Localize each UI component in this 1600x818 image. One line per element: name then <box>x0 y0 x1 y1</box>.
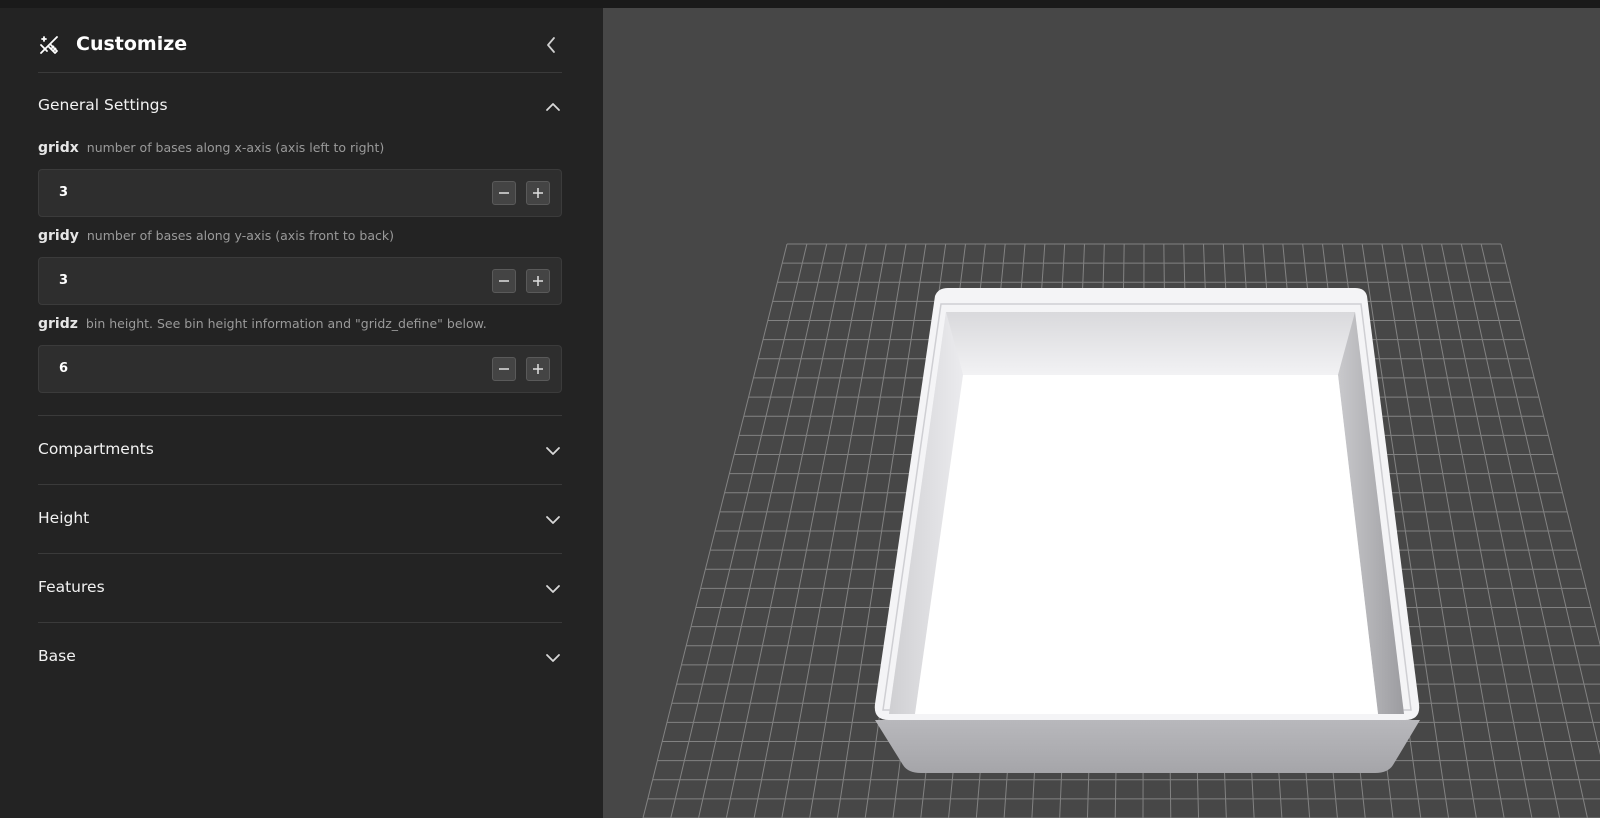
gridy-stepper[interactable]: 3 <box>38 257 562 305</box>
section-compartments[interactable]: Compartments <box>38 436 562 466</box>
chevron-down-icon <box>544 511 562 529</box>
param-name: gridy <box>38 228 79 244</box>
section-label: Height <box>38 509 90 527</box>
plus-icon <box>533 276 543 286</box>
chevron-up-icon <box>544 98 562 116</box>
bin-model[interactable] <box>874 288 1420 773</box>
gridy-increment-button[interactable] <box>526 269 550 293</box>
section-label: Base <box>38 647 76 665</box>
gridx-increment-button[interactable] <box>526 181 550 205</box>
param-label-gridz: gridz bin height. See bin height informat… <box>38 316 487 332</box>
section-divider <box>38 484 562 485</box>
chevron-down-icon <box>544 442 562 460</box>
param-description: bin height. See bin height information a… <box>85 316 487 331</box>
gridz-decrement-button[interactable] <box>492 357 516 381</box>
viewport-canvas[interactable] <box>603 8 1600 818</box>
chevron-down-icon <box>544 649 562 667</box>
chevron-left-icon <box>547 37 555 53</box>
section-label: Compartments <box>38 440 154 458</box>
section-label: General Settings <box>38 96 168 114</box>
param-label-gridx: gridx number of bases along x-axis (axis … <box>38 140 384 156</box>
section-base[interactable]: Base <box>38 643 562 673</box>
sidebar-header: Customize <box>38 20 562 73</box>
minus-icon <box>499 280 509 282</box>
gridy-value[interactable]: 3 <box>59 273 68 288</box>
3d-viewport[interactable] <box>603 8 1600 818</box>
collapse-sidebar-button[interactable] <box>540 32 562 58</box>
top-bar <box>0 0 1600 8</box>
page-title: Customize <box>76 33 188 55</box>
plus-icon <box>533 188 543 198</box>
section-divider <box>38 415 562 416</box>
gridx-value[interactable]: 3 <box>59 185 68 200</box>
param-name: gridx <box>38 140 79 156</box>
section-features[interactable]: Features <box>38 574 562 604</box>
minus-icon <box>499 368 509 370</box>
gridx-decrement-button[interactable] <box>492 181 516 205</box>
gridz-increment-button[interactable] <box>526 357 550 381</box>
section-divider <box>38 553 562 554</box>
section-label: Features <box>38 578 105 596</box>
gridz-stepper[interactable]: 6 <box>38 345 562 393</box>
customize-sidebar: Customize General Settings gridx number o… <box>0 8 603 818</box>
chevron-down-icon <box>544 580 562 598</box>
param-label-gridy: gridy number of bases along y-axis (axis … <box>38 228 394 244</box>
wand-ruler-icon <box>38 34 60 56</box>
plus-icon <box>533 364 543 374</box>
gridy-decrement-button[interactable] <box>492 269 516 293</box>
param-description: number of bases along x-axis (axis left … <box>86 140 385 155</box>
gridz-value[interactable]: 6 <box>59 361 68 376</box>
section-height[interactable]: Height <box>38 505 562 535</box>
minus-icon <box>499 192 509 194</box>
gridx-stepper[interactable]: 3 <box>38 169 562 217</box>
section-general-settings[interactable]: General Settings <box>38 92 562 122</box>
param-name: gridz <box>38 316 78 332</box>
param-description: number of bases along y-axis (axis front… <box>86 228 394 243</box>
section-divider <box>38 622 562 623</box>
